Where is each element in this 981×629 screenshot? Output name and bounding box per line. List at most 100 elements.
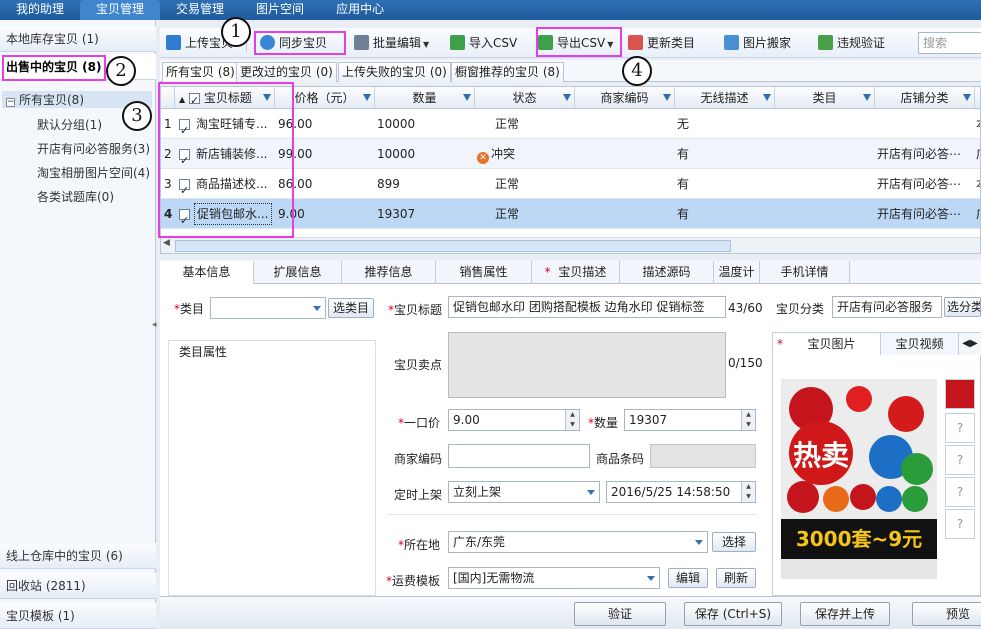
filter-icon[interactable] — [363, 94, 371, 101]
tab-item-video[interactable]: 宝贝视频 — [881, 333, 959, 355]
nav-tab-app-center[interactable]: 应用中心 — [320, 0, 400, 20]
save-button[interactable]: 保存 (Ctrl+S) — [684, 602, 782, 626]
nav-tab-item-management[interactable]: 宝贝管理 — [80, 0, 161, 20]
batch-edit-button[interactable]: 批量编辑 ▼ — [354, 32, 429, 54]
chevron-down-icon[interactable]: ▼ — [423, 40, 429, 49]
filter-icon[interactable] — [963, 94, 971, 101]
verify-button[interactable]: 验证 — [574, 602, 666, 626]
nav-tab-image-space[interactable]: 图片空间 — [240, 0, 320, 20]
violation-check-button[interactable]: 违规验证 — [818, 32, 885, 54]
title-char-count: 43/60 — [728, 301, 763, 315]
tab-all-items[interactable]: 所有宝贝 (8) — [162, 62, 239, 82]
upload-icon — [166, 35, 181, 50]
save-and-upload-button[interactable]: 保存并上传 — [800, 602, 890, 626]
column-header-quantity[interactable]: 数量 — [375, 87, 475, 109]
barcode-input — [650, 444, 756, 468]
sidebar-item-recycle-bin[interactable]: 回收站 (2811) — [0, 573, 156, 599]
location-choose-button[interactable]: 选择 — [712, 532, 756, 552]
tree-item-default-group[interactable]: 默认分组(1) — [37, 116, 102, 133]
tab-upload-failed[interactable]: 上传失败的宝贝 (0) — [338, 62, 451, 82]
shipping-edit-button[interactable]: 编辑 — [668, 568, 708, 588]
tab-description-source[interactable]: 描述源码 — [620, 261, 714, 284]
import-csv-button[interactable]: 导入CSV — [450, 32, 517, 54]
image-slot-empty[interactable]: ? — [945, 477, 975, 507]
tab-scroll-arrows[interactable]: ◀▶ — [959, 333, 981, 355]
image-slot-empty[interactable]: ? — [945, 413, 975, 443]
scroll-left-icon[interactable]: ◀ — [163, 238, 170, 248]
price-input[interactable]: 9.00 ▲ ▼ — [448, 409, 580, 431]
merchant-code-input[interactable] — [448, 444, 590, 468]
horizontal-scrollbar[interactable]: ◀ — [161, 237, 980, 253]
filter-icon[interactable] — [763, 94, 771, 101]
selling-point-label: 宝贝卖点 — [394, 358, 443, 372]
filter-icon[interactable] — [563, 94, 571, 101]
category-label: *类目 — [174, 302, 205, 316]
tree-item-album[interactable]: 淘宝相册图片空间(4) — [37, 164, 150, 181]
update-icon — [628, 35, 643, 50]
filter-icon[interactable] — [463, 94, 471, 101]
annotation-marker-1: 1 — [221, 17, 251, 47]
sidebar-item-templates[interactable]: 宝贝模板 (1) — [0, 603, 156, 629]
price-stepper[interactable]: ▲ ▼ — [565, 410, 579, 430]
tab-extended-info[interactable]: 扩展信息 — [254, 261, 342, 284]
tab-mobile-details[interactable]: 手机详情 — [760, 261, 850, 284]
tab-thermometer[interactable]: 温度计 — [714, 261, 760, 284]
select-shop-category-button[interactable]: 选分类 — [944, 297, 981, 317]
column-header-category[interactable]: 类目 — [775, 87, 875, 109]
tree-item-question-bank[interactable]: 各类试题库(0) — [37, 188, 114, 205]
collapse-icon[interactable]: − — [6, 98, 15, 107]
select-category-button[interactable]: 选类目 — [328, 298, 374, 318]
nav-tab-assistant[interactable]: 我的助理 — [0, 0, 80, 20]
quantity-stepper[interactable]: ▲ ▼ — [741, 410, 755, 430]
filter-icon[interactable] — [663, 94, 671, 101]
filter-icon[interactable] — [863, 94, 871, 101]
column-header-status[interactable]: 状态 — [475, 87, 575, 109]
datetime-stepper[interactable]: ▲ ▼ — [741, 482, 755, 502]
update-category-button[interactable]: 更新类目 — [628, 32, 695, 54]
tab-item-description[interactable]: * 宝贝描述 — [532, 261, 620, 284]
tab-changed-items[interactable]: 更改过的宝贝 (0) — [236, 62, 337, 82]
nav-tab-trade-management[interactable]: 交易管理 — [160, 0, 240, 20]
search-input[interactable]: 搜索 — [918, 32, 981, 54]
schedule-select[interactable]: 立刻上架 — [448, 481, 600, 503]
image-thumbnail-1[interactable] — [945, 379, 975, 409]
column-header-wireless-desc[interactable]: 无线描述 — [675, 87, 775, 109]
sidebar-collapse-handle[interactable]: ◂ — [152, 320, 158, 340]
shipping-refresh-button[interactable]: 刷新 — [716, 568, 756, 588]
annotation-box-on-sale — [2, 55, 106, 81]
category-select[interactable] — [210, 297, 326, 319]
tab-sales-attributes[interactable]: 销售属性 — [436, 261, 532, 284]
column-header-merchant-code[interactable]: 商家编码 — [575, 87, 675, 109]
shop-category-label: 宝贝分类 — [776, 302, 825, 316]
selling-point-textarea[interactable] — [448, 332, 726, 398]
sidebar-item-local-stock[interactable]: 本地库存宝贝 (1) — [0, 26, 156, 52]
shipping-template-select[interactable]: [国内]无需物流 — [448, 567, 660, 589]
hot-sale-text: 热卖 — [793, 439, 849, 472]
quantity-input[interactable]: 19307 ▲ ▼ — [624, 409, 756, 431]
image-slot-empty[interactable]: ? — [945, 509, 975, 539]
title-label: *宝贝标题 — [388, 303, 443, 317]
shipping-template-label: *运费模板 — [386, 574, 441, 588]
tab-window-recommended[interactable]: 橱窗推荐的宝贝 (8) — [451, 62, 564, 82]
image-slot-empty[interactable]: ? — [945, 445, 975, 475]
chevron-down-icon — [313, 306, 321, 311]
tab-recommend-info[interactable]: 推荐信息 — [342, 261, 436, 284]
image-move-button[interactable]: 图片搬家 — [724, 32, 791, 54]
sidebar-item-online-warehouse[interactable]: 线上仓库中的宝贝 (6) — [0, 543, 156, 569]
preview-button[interactable]: 预览 — [912, 602, 981, 626]
conflict-icon: ✕ — [477, 152, 489, 164]
tab-item-images[interactable]: * 宝贝图片 — [773, 333, 881, 355]
location-select[interactable]: 广东/东莞 — [448, 531, 708, 553]
column-header-shop-category[interactable]: 店铺分类 — [875, 87, 975, 109]
tree-item-qa-service[interactable]: 开店有问必答服务(3) — [37, 140, 150, 157]
promo-slogan-text: 3000套~9元 — [796, 527, 922, 551]
tab-basic-info[interactable]: 基本信息 — [160, 261, 254, 284]
merchant-code-label: 商家编码 — [394, 452, 443, 466]
annotation-box-sync — [254, 31, 346, 55]
schedule-datetime-input[interactable]: 2016/5/25 14:58:50 ▲ ▼ — [606, 481, 756, 503]
chevron-down-icon — [647, 576, 655, 581]
scrollbar-thumb[interactable] — [175, 240, 731, 252]
shop-category-input[interactable]: 开店有问必答服务 — [832, 296, 942, 318]
title-input[interactable]: 促销包邮水印 团购搭配模板 边角水印 促销标签 — [448, 296, 726, 318]
main-product-image[interactable]: 热卖 3000套~9元 — [781, 379, 937, 579]
